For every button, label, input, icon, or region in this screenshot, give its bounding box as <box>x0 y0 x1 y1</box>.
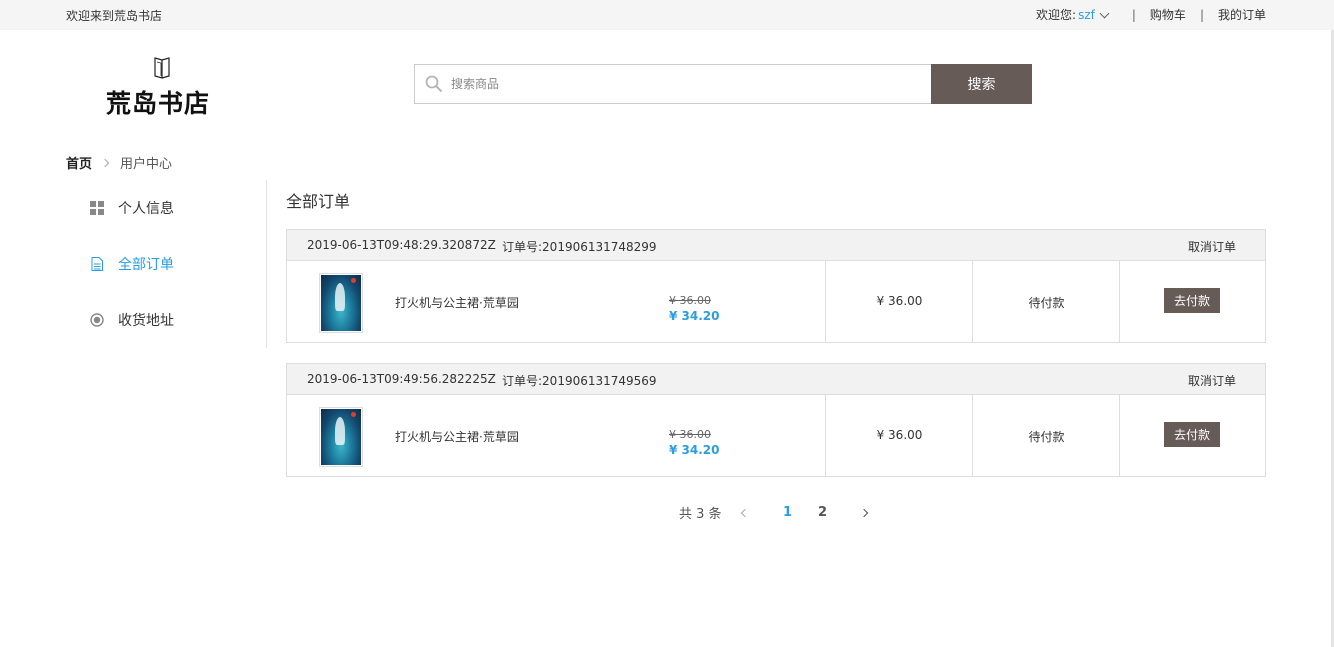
order-header: 2019-06-13T09:48:29.320872Z 订单号:20190613… <box>287 230 1265 261</box>
order-item-cell: 打火机与公主裙·荒草园 ¥ 36.00 ¥ 34.20 <box>287 261 826 342</box>
chevron-right-icon <box>100 158 110 167</box>
order-card: 2019-06-13T09:48:29.320872Z 订单号:20190613… <box>286 229 1266 343</box>
order-total-cell: ¥ 36.00 <box>826 261 973 342</box>
greeting-text: 欢迎您: <box>1036 8 1077 22</box>
top-bar: 欢迎来到荒岛书店 欢迎您: szf | 购物车 | 我的订单 <box>0 0 1334 30</box>
order-date: 2019-06-13T09:48:29.320872Z <box>307 238 496 252</box>
order-number: 订单号:201906131748299 <box>502 238 657 255</box>
breadcrumb-home[interactable]: 首页 <box>66 153 92 172</box>
discount-price: ¥ 34.20 <box>669 443 720 457</box>
book-logo-icon <box>154 57 170 79</box>
separator: | <box>1131 7 1136 22</box>
order-number-label: 订单号: <box>502 240 543 254</box>
order-header: 2019-06-13T09:49:56.282225Z 订单号:20190613… <box>287 364 1265 395</box>
separator: | <box>1199 7 1204 22</box>
username-link[interactable]: szf <box>1078 8 1095 22</box>
order-body: 打火机与公主裙·荒草园 ¥ 36.00 ¥ 34.20 ¥ 36.00 待付款 … <box>287 395 1265 476</box>
book-title[interactable]: 打火机与公主裙·荒草园 <box>395 428 519 445</box>
cancel-order-link[interactable]: 取消订单 <box>1188 238 1236 255</box>
total-count: 共 3 条 <box>679 507 722 522</box>
order-number-value: 201906131749569 <box>542 374 657 388</box>
sidebar-item-label: 收货地址 <box>118 313 174 329</box>
search-button[interactable]: 搜索 <box>931 64 1032 104</box>
search-bar: 搜索 <box>414 64 1032 104</box>
sidebar-item-address[interactable]: 收货地址 <box>90 310 174 330</box>
order-action-cell: 去付款 <box>1120 261 1265 342</box>
order-card: 2019-06-13T09:49:56.282225Z 订单号:20190613… <box>286 363 1266 477</box>
cancel-order-link[interactable]: 取消订单 <box>1188 372 1236 389</box>
page-number-1[interactable]: 1 <box>778 505 798 520</box>
breadcrumb: 首页 用户中心 <box>66 153 172 172</box>
top-bar-links: 欢迎您: szf | 购物车 | 我的订单 <box>1036 6 1266 23</box>
book-cover-image[interactable] <box>319 273 363 333</box>
order-action-cell: 去付款 <box>1120 395 1265 476</box>
chevron-down-icon[interactable] <box>1099 8 1110 18</box>
logo[interactable]: 荒岛书店 <box>104 54 220 120</box>
my-orders-link[interactable]: 我的订单 <box>1218 6 1266 23</box>
sidebar-item-orders[interactable]: 全部订单 <box>90 254 174 274</box>
order-status-cell: 待付款 <box>973 395 1120 476</box>
search-input[interactable] <box>451 65 929 103</box>
order-number-value: 201906131748299 <box>542 240 657 254</box>
logo-text: 荒岛书店 <box>106 89 211 118</box>
order-number-label: 订单号: <box>502 374 543 388</box>
discount-price: ¥ 34.20 <box>669 309 720 323</box>
order-status: 待付款 <box>1028 430 1065 444</box>
book-cover-image[interactable] <box>319 407 363 467</box>
sidebar-item-label: 个人信息 <box>118 201 174 217</box>
welcome-text: 欢迎来到荒岛书店 <box>66 9 163 23</box>
order-item-cell: 打火机与公主裙·荒草园 ¥ 36.00 ¥ 34.20 <box>287 395 826 476</box>
order-status-cell: 待付款 <box>973 261 1120 342</box>
pay-button[interactable]: 去付款 <box>1164 288 1220 313</box>
order-total: ¥ 36.00 <box>876 294 923 308</box>
order-body: 打火机与公主裙·荒草园 ¥ 36.00 ¥ 34.20 ¥ 36.00 待付款 … <box>287 261 1265 342</box>
breadcrumb-current: 用户中心 <box>120 157 173 172</box>
location-icon <box>90 313 104 327</box>
original-price: ¥ 36.00 <box>669 428 711 441</box>
sidebar-item-label: 全部订单 <box>118 257 174 273</box>
grid-icon <box>90 201 104 215</box>
order-date: 2019-06-13T09:49:56.282225Z <box>307 372 496 386</box>
document-icon <box>91 257 103 271</box>
order-total: ¥ 36.00 <box>876 428 923 442</box>
sidebar-item-profile[interactable]: 个人信息 <box>90 198 174 218</box>
pay-button[interactable]: 去付款 <box>1164 422 1220 447</box>
chevron-right-icon[interactable] <box>859 508 868 517</box>
book-title[interactable]: 打火机与公主裙·荒草园 <box>395 294 519 311</box>
pagination: 共 3 条 1 2 <box>679 503 868 522</box>
sidebar: 个人信息 全部订单 收货地址 <box>66 180 267 348</box>
order-status: 待付款 <box>1028 296 1065 310</box>
original-price: ¥ 36.00 <box>669 294 711 307</box>
search-icon <box>425 75 443 93</box>
cart-link[interactable]: 购物车 <box>1150 6 1186 23</box>
chevron-left-icon[interactable] <box>740 508 749 517</box>
page-number-2[interactable]: 2 <box>813 505 833 520</box>
order-total-cell: ¥ 36.00 <box>826 395 973 476</box>
page-title: 全部订单 <box>286 192 351 211</box>
order-number: 订单号:201906131749569 <box>502 372 657 389</box>
